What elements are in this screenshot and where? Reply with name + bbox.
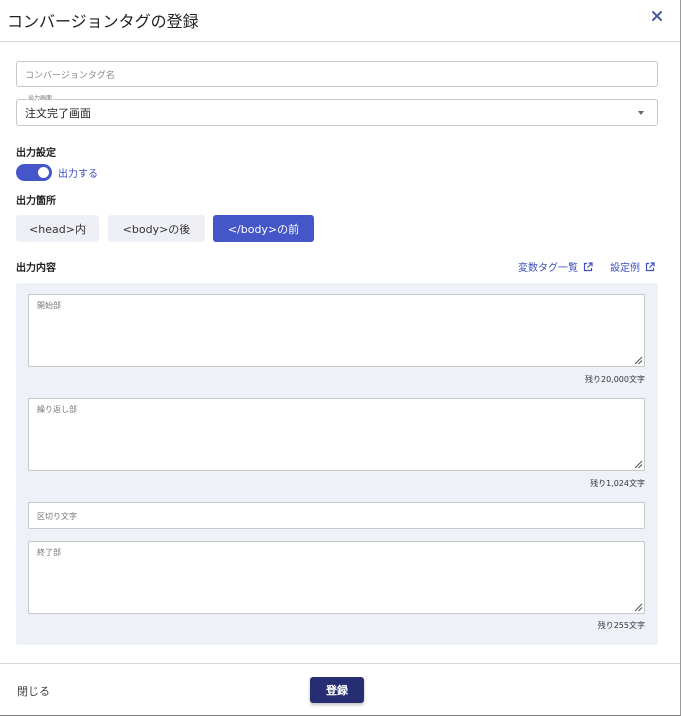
dialog-footer: 閉じる 登録 [0, 663, 680, 716]
output-screen-select[interactable]: 出力画面 注文完了画面 [16, 94, 658, 126]
chevron-down-icon [638, 111, 644, 115]
external-link-icon [583, 261, 593, 271]
output-location-label: 出力箇所 [16, 196, 56, 207]
start-part-label: 開始部 [37, 301, 61, 310]
resize-handle-icon[interactable] [633, 355, 643, 365]
end-part-textarea[interactable]: 終了部 [28, 541, 645, 614]
close-icon[interactable] [650, 9, 664, 23]
resize-handle-icon[interactable] [633, 602, 643, 612]
resize-handle-icon[interactable] [633, 459, 643, 469]
setting-example-link[interactable]: 設定例 [610, 259, 655, 274]
end-part-remaining: 残り255文字 [597, 621, 645, 630]
close-button[interactable]: 閉じる [17, 683, 50, 699]
location-head-inside-button[interactable]: <head>内 [16, 215, 99, 242]
register-button[interactable]: 登録 [310, 677, 364, 703]
tag-name-input[interactable]: コンバージョンタグ名 [16, 61, 658, 87]
delimiter-label: 区切り文字 [37, 512, 77, 521]
conversion-tag-dialog: コンバージョンタグの登録 コンバージョンタグ名 出力画面 注文完了画面 出力設定… [0, 0, 681, 716]
output-screen-label: 出力画面 [27, 94, 54, 103]
dialog-title: コンバージョンタグの登録 [7, 12, 199, 31]
toggle-knob [38, 167, 49, 178]
start-part-remaining: 残り20,000文字 [585, 375, 645, 384]
output-toggle-text: 出力する [58, 169, 98, 180]
output-content-panel: 開始部 残り20,000文字 繰り返し部 残り1,024文字 区切り文字 終了部… [16, 283, 658, 645]
output-screen-value: 注文完了画面 [25, 107, 91, 120]
setting-example-label: 設定例 [610, 263, 640, 274]
output-setting-label: 出力設定 [16, 148, 56, 159]
end-part-label: 終了部 [37, 548, 61, 557]
repeat-part-remaining: 残り1,024文字 [590, 479, 645, 488]
variable-tag-list-link[interactable]: 変数タグ一覧 [518, 259, 593, 274]
variable-tag-list-label: 変数タグ一覧 [518, 263, 578, 274]
repeat-part-textarea[interactable]: 繰り返し部 [28, 398, 645, 471]
location-before-body-end-button[interactable]: </body>の前 [213, 215, 314, 242]
delimiter-input[interactable]: 区切り文字 [28, 502, 645, 529]
output-content-label: 出力内容 [16, 263, 56, 274]
tag-name-placeholder: コンバージョンタグ名 [25, 71, 115, 81]
start-part-textarea[interactable]: 開始部 [28, 294, 645, 367]
external-link-icon [645, 261, 655, 271]
output-toggle[interactable] [16, 164, 52, 181]
location-after-body-button[interactable]: <body>の後 [108, 215, 205, 242]
repeat-part-label: 繰り返し部 [37, 405, 77, 414]
dialog-header: コンバージョンタグの登録 [0, 0, 680, 42]
